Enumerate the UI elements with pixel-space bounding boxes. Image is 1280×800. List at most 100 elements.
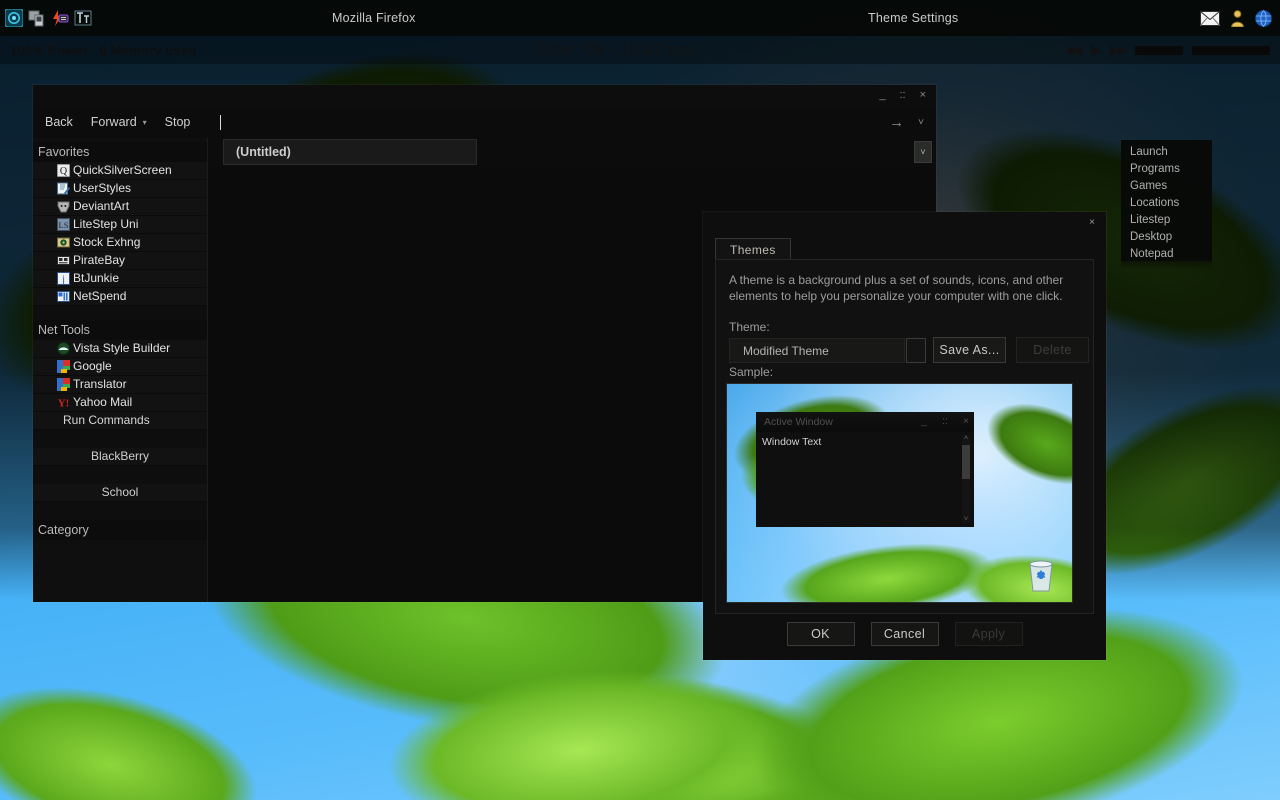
media-progress-slot[interactable] [1192,45,1270,55]
address-input-caret[interactable] [220,114,222,130]
sidebar-item-run-commands[interactable]: Run Commands [33,412,207,430]
theme-field-label: Theme: [729,320,770,334]
toolbar-chevron-down-icon[interactable]: ˅ [918,117,924,128]
menu-item-locations[interactable]: Locations [1121,195,1212,212]
media-track-slot[interactable] [1135,45,1183,55]
close-icon[interactable]: × [1082,215,1102,229]
system-power-memory: 100% Power 0 Memory used [0,43,197,58]
sidebar-item-netspend[interactable]: NetSpend [33,288,207,306]
sidebar-spacer [33,502,207,520]
sample-scrollbar: ˄ ˅ [962,435,970,523]
sidebar-item-school[interactable]: School [33,484,207,502]
sidebar-section-header-net-tools: Net Tools [33,320,207,340]
sidebar-item-label: Vista Style Builder [73,341,171,355]
svg-text:Q: Q [60,166,68,177]
menu-item-litestep[interactable]: Litestep [1121,212,1212,229]
back-button[interactable]: Back [45,115,73,129]
save-as-button[interactable]: Save As... [933,337,1006,363]
theme-settings-titlebar: × [703,212,1106,234]
text-tool-icon[interactable] [74,9,92,27]
theme-select-dropdown-button[interactable] [906,338,926,363]
sample-window-text: Window Text [762,436,822,448]
cancel-button[interactable]: Cancel [870,622,939,646]
firefox-toolbar: Back Forward ▾ Stop → ˅ [33,106,936,138]
sidebar-section-header-category: Category [33,520,207,540]
minimize-button[interactable]: _ [879,89,885,101]
svg-text:j: j [61,274,65,286]
sidebar-item-piratebay[interactable]: PirateBay [33,252,207,270]
sidebar-item-litestep-uni[interactable]: LS LiteStep Uni [33,216,207,234]
sidebar-item-label: PirateBay [73,253,126,267]
sample-caption-buttons: _ :: × [905,415,969,427]
sidebar-item-blackberry[interactable]: BlackBerry [33,448,207,466]
sidebar-item-userstyles[interactable]: UserStyles [33,180,207,198]
sample-window-titlebar: Active Window _ :: × [756,412,974,432]
document-tab-untitled[interactable]: (Untitled) [223,139,477,165]
sidebar-item-stock-exhng[interactable]: Stock Exhng [33,234,207,252]
sidebar-item-label: Stock Exhng [73,235,141,249]
piratebay-icon [57,256,70,265]
sidebar-item-yahoo-mail[interactable]: Y! Yahoo Mail [33,394,207,412]
menu-item-games[interactable]: Games [1121,178,1212,195]
sidebar-item-label: Translator [73,377,127,391]
mail-icon[interactable] [1200,10,1220,26]
document-tab-label: (Untitled) [236,145,291,159]
restore-button[interactable]: :: [899,89,905,101]
status-taskbar: 100% Power 0 Memory used June, 06 - 10:4… [0,36,1280,64]
go-arrow-icon[interactable]: → [889,114,904,131]
media-player-icon[interactable] [5,9,23,27]
stop-button[interactable]: Stop [165,115,191,129]
deviantart-icon [57,201,70,213]
memory-label: 0 Memory used [99,42,197,58]
forward-button[interactable]: Forward [91,115,137,129]
close-button[interactable]: × [920,89,926,101]
theme-select[interactable]: Modified Theme [729,338,905,363]
tab-list-dropdown-button[interactable]: ˅ [914,141,932,163]
sample-close-button: × [962,415,969,427]
ok-button[interactable]: OK [786,622,855,646]
menu-item-launch[interactable]: Launch [1121,144,1212,161]
power-plug-icon[interactable] [51,9,69,27]
stock-exchange-icon [57,237,70,248]
sample-window-title: Active Window [764,416,833,428]
power-label: 100% Power [10,42,88,58]
sidebar-item-label: QuickSilverScreen [73,163,172,177]
sidebar-item-deviantart[interactable]: DeviantArt [33,198,207,216]
tray-right-icons [1200,9,1272,27]
sample-scroll-up-icon: ˄ [963,435,969,442]
devices-icon[interactable] [28,9,46,27]
sample-window-body: Window Text ˄ ˅ [756,432,974,527]
sample-label: Sample: [729,365,774,379]
media-prev-button[interactable]: ◀◀ [1065,43,1082,57]
menu-item-desktop[interactable]: Desktop [1121,229,1212,246]
menu-item-programs[interactable]: Programs [1121,161,1212,178]
sidebar-item-btjunkie[interactable]: j BtJunkie [33,270,207,288]
window-title-firefox[interactable]: Mozilla Firefox [332,11,416,25]
translator-icon [57,378,70,391]
sidebar-item-google[interactable]: Google [33,358,207,376]
media-play-button[interactable]: |▶ [1090,43,1101,57]
sample-restore-button: :: [942,415,948,427]
sample-scroll-down-icon: ˅ [963,516,969,523]
sidebar-item-label: Google [73,359,112,373]
toolbar-right-group: → ˅ [889,114,924,131]
sidebar-item-vista-style-builder[interactable]: Vista Style Builder [33,340,207,358]
top-taskbar: Mozilla Firefox Theme Settings [0,0,1280,36]
user-icon[interactable] [1230,9,1245,27]
sidebar-item-quicksilverscreen[interactable]: Q QuickSilverScreen [33,162,207,180]
sidebar-item-label: BlackBerry [90,449,149,463]
media-next-button[interactable]: ▶▶ [1110,43,1127,57]
google-icon [57,360,70,373]
sidebar-spacer [33,306,207,320]
litestep-icon: LS [57,218,70,231]
sidebar-item-label: Run Commands [63,413,150,427]
btjunkie-icon: j [57,272,70,285]
window-title-theme-settings[interactable]: Theme Settings [868,11,958,25]
litestep-popup-menu: Launch Programs Games Locations Litestep… [1121,140,1212,261]
delete-button: Delete [1016,337,1089,363]
apply-button: Apply [954,622,1023,646]
sidebar-item-translator[interactable]: Translator [33,376,207,394]
netspend-icon [57,291,70,302]
globe-icon[interactable] [1255,9,1272,27]
chevron-down-icon[interactable]: ▾ [143,118,147,127]
